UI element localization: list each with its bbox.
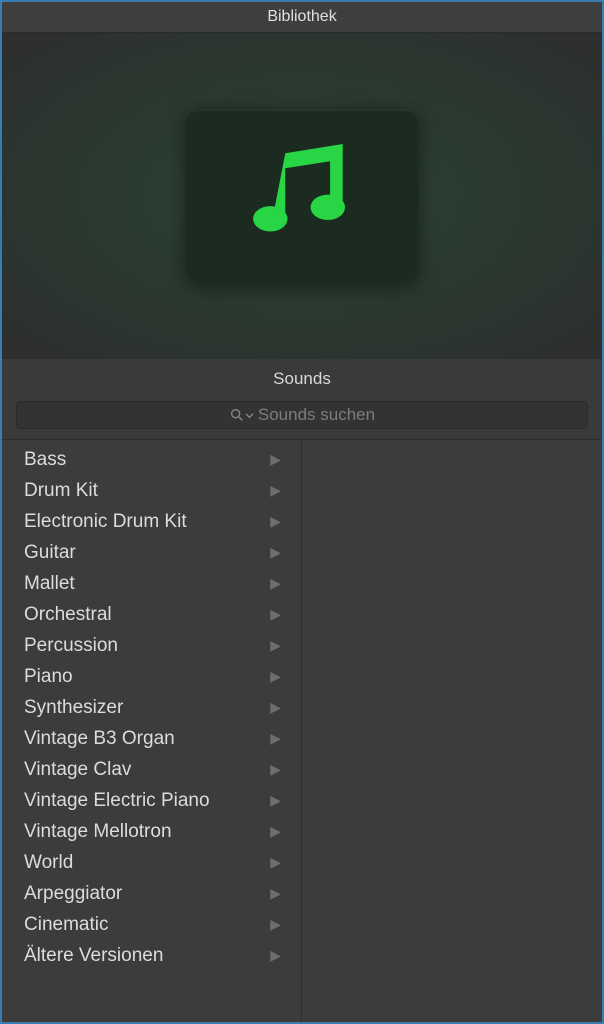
category-label: Vintage B3 Organ [24, 728, 175, 750]
category-label: Bass [24, 449, 66, 471]
detail-pane [302, 440, 602, 1022]
chevron-right-icon: ▶ [270, 482, 281, 499]
chevron-right-icon: ▶ [270, 637, 281, 654]
category-list: Bass▶Drum Kit▶Electronic Drum Kit▶Guitar… [2, 440, 302, 1022]
search-icon [229, 407, 254, 423]
category-item[interactable]: Ältere Versionen ▶ [2, 940, 301, 971]
category-item[interactable]: Piano ▶ [2, 661, 301, 692]
category-item[interactable]: Guitar ▶ [2, 537, 301, 568]
chevron-right-icon: ▶ [270, 885, 281, 902]
music-note-icon [245, 136, 360, 256]
chevron-right-icon: ▶ [270, 730, 281, 747]
instrument-preview-tile [186, 110, 418, 282]
library-window: Bibliothek Sounds [0, 0, 604, 1024]
category-item[interactable]: Cinematic ▶ [2, 909, 301, 940]
chevron-right-icon: ▶ [270, 668, 281, 685]
chevron-right-icon: ▶ [270, 606, 281, 623]
chevron-right-icon: ▶ [270, 916, 281, 933]
category-item[interactable]: World ▶ [2, 847, 301, 878]
category-item[interactable]: Bass ▶ [2, 444, 301, 475]
chevron-right-icon: ▶ [270, 575, 281, 592]
category-label: Ältere Versionen [24, 945, 163, 967]
category-label: Vintage Clav [24, 759, 131, 781]
category-label: World [24, 852, 73, 874]
preview-area [2, 33, 602, 359]
category-item[interactable]: Drum Kit ▶ [2, 475, 301, 506]
category-item[interactable]: Vintage Electric Piano ▶ [2, 785, 301, 816]
category-item[interactable]: Mallet ▶ [2, 568, 301, 599]
chevron-down-icon [245, 411, 254, 420]
chevron-right-icon: ▶ [270, 699, 281, 716]
category-item[interactable]: Vintage B3 Organ ▶ [2, 723, 301, 754]
category-label: Vintage Mellotron [24, 821, 172, 843]
chevron-right-icon: ▶ [270, 513, 281, 530]
chevron-right-icon: ▶ [270, 854, 281, 871]
category-label: Arpeggiator [24, 883, 122, 905]
search-placeholder: Sounds suchen [258, 405, 375, 425]
chevron-right-icon: ▶ [270, 823, 281, 840]
category-label: Piano [24, 666, 73, 688]
chevron-right-icon: ▶ [270, 792, 281, 809]
category-item[interactable]: Orchestral ▶ [2, 599, 301, 630]
category-label: Mallet [24, 573, 75, 595]
category-item[interactable]: Synthesizer ▶ [2, 692, 301, 723]
browser-columns: Bass▶Drum Kit▶Electronic Drum Kit▶Guitar… [2, 439, 602, 1022]
category-item[interactable]: Vintage Mellotron ▶ [2, 816, 301, 847]
category-item[interactable]: Electronic Drum Kit ▶ [2, 506, 301, 537]
search-row: Sounds suchen [2, 399, 602, 439]
category-label: Percussion [24, 635, 118, 657]
category-item[interactable]: Percussion ▶ [2, 630, 301, 661]
category-label: Electronic Drum Kit [24, 511, 187, 533]
window-title: Bibliothek [2, 2, 602, 33]
category-item[interactable]: Arpeggiator ▶ [2, 878, 301, 909]
chevron-right-icon: ▶ [270, 947, 281, 964]
category-item[interactable]: Vintage Clav ▶ [2, 754, 301, 785]
search-input[interactable]: Sounds suchen [16, 401, 588, 429]
chevron-right-icon: ▶ [270, 761, 281, 778]
category-label: Vintage Electric Piano [24, 790, 210, 812]
category-label: Drum Kit [24, 480, 98, 502]
category-label: Orchestral [24, 604, 112, 626]
category-label: Synthesizer [24, 697, 123, 719]
chevron-right-icon: ▶ [270, 451, 281, 468]
section-header: Sounds [2, 359, 602, 399]
category-label: Guitar [24, 542, 76, 564]
category-label: Cinematic [24, 914, 108, 936]
chevron-right-icon: ▶ [270, 544, 281, 561]
